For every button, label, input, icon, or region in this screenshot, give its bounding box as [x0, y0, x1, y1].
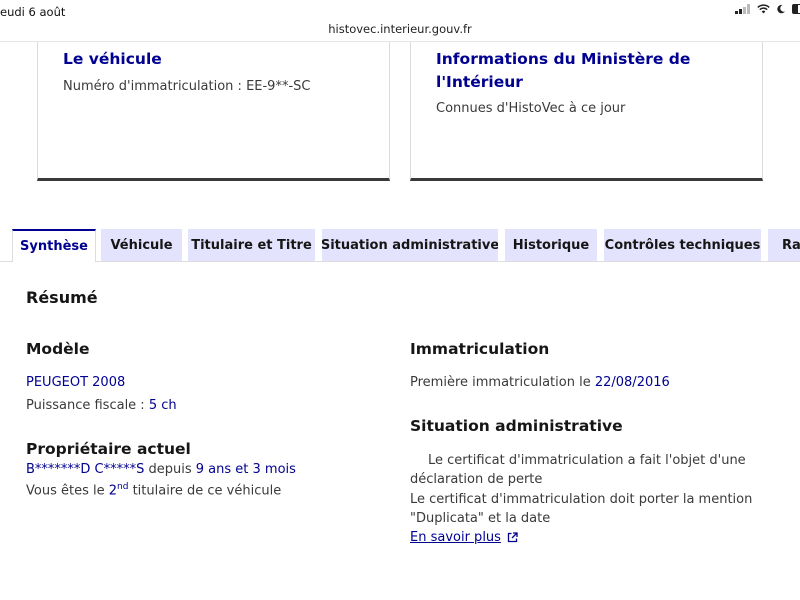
model-name: PEUGEOT 2008: [26, 375, 126, 390]
owner-rank: Vous êtes le 2nd titulaire de ce véhicul…: [26, 482, 281, 498]
wifi-icon: [757, 4, 770, 14]
first-registration: Première immatriculation le 22/08/2016: [410, 375, 670, 390]
learn-more-label: En savoir plus: [410, 530, 501, 545]
owner-rank-number: 2: [108, 483, 118, 499]
admin-status-line-1: Le certificat d'immatriculation a fait l…: [428, 453, 746, 468]
fiscal-power-label: Puissance fiscale :: [26, 398, 149, 413]
ministry-card-title[interactable]: Informations du Ministère de l'Intérieur: [436, 48, 736, 94]
fiscal-power-value: 5 ch: [148, 398, 177, 413]
tab-vehicule[interactable]: Véhicule: [101, 229, 182, 261]
vehicle-card: Le véhicule Numéro d'immatriculation : E…: [37, 42, 390, 181]
tab-controles[interactable]: Contrôles techniques: [604, 229, 761, 261]
owner-rank-prefix: Vous êtes le: [26, 483, 109, 499]
registration-heading: Immatriculation: [410, 340, 550, 358]
first-registration-label: Première immatriculation le: [410, 375, 595, 390]
url-bar[interactable]: histovec.interieur.gouv.fr: [0, 22, 800, 42]
battery-icon: [792, 4, 800, 14]
status-date: eudi 6 août: [0, 5, 66, 19]
fiscal-power: Puissance fiscale : 5 ch: [26, 398, 177, 413]
owner-line: B*******D C*****S depuis 9 ans et 3 mois: [26, 462, 296, 477]
admin-status-heading: Situation administrative: [410, 417, 623, 435]
owner-rank-suffix: nd: [117, 482, 129, 492]
ministry-card-text: Connues d'HistoVec à ce jour: [436, 101, 626, 116]
url-text: histovec.interieur.gouv.fr: [328, 22, 472, 36]
owner-duration: 9 ans et 3 mois: [195, 462, 296, 477]
first-registration-date: 22/08/2016: [594, 375, 670, 390]
admin-status-line-2: déclaration de perte: [410, 472, 543, 487]
vehicle-card-text: Numéro d'immatriculation : EE-9**-SC: [63, 79, 311, 94]
moon-icon: [777, 4, 785, 14]
tab-bar: Synthèse Véhicule Titulaire et Titre Sit…: [0, 229, 800, 262]
owner-heading: Propriétaire actuel: [26, 440, 191, 458]
vehicle-card-title[interactable]: Le véhicule: [63, 48, 363, 71]
model-heading: Modèle: [26, 340, 90, 358]
owner-since-label: depuis: [144, 462, 196, 477]
status-icons: [735, 4, 800, 14]
tab-situation[interactable]: Situation administrative: [322, 229, 498, 261]
status-bar: eudi 6 août: [0, 0, 800, 22]
ministry-card: Informations du Ministère de l'Intérieur…: [410, 42, 763, 181]
tab-rapport[interactable]: Rap: [768, 229, 800, 261]
tab-synthese[interactable]: Synthèse: [12, 229, 96, 262]
external-link-icon: [507, 532, 518, 543]
summary-title: Résumé: [26, 288, 98, 307]
owner-rank-tail: titulaire de ce véhicule: [128, 483, 282, 499]
signal-icon: [735, 4, 750, 14]
learn-more-link[interactable]: En savoir plus: [410, 530, 518, 545]
owner-name: B*******D C*****S: [26, 462, 145, 477]
tab-historique[interactable]: Historique: [505, 229, 597, 261]
admin-status-line-3: Le certificat d'immatriculation doit por…: [410, 492, 753, 507]
admin-status-line-4: "Duplicata" et la date: [410, 511, 551, 526]
tab-panel: [0, 261, 800, 600]
tab-titulaire[interactable]: Titulaire et Titre: [188, 229, 315, 261]
